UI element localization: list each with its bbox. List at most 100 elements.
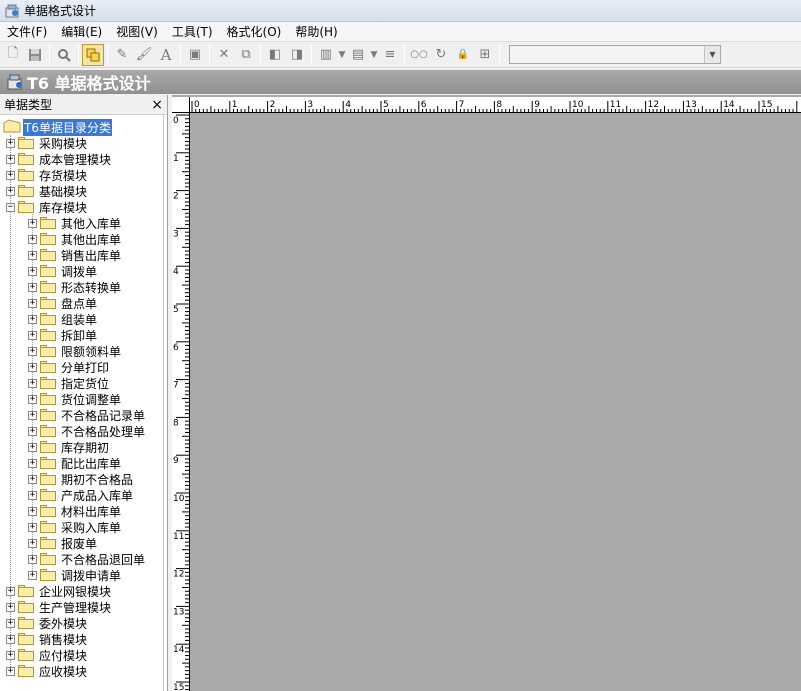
- paint-icon[interactable]: ✎: [111, 44, 133, 66]
- expand-icon[interactable]: +: [6, 602, 15, 612]
- tree-doc-item[interactable]: + 不合格品处理单: [28, 423, 146, 439]
- expand-icon[interactable]: +: [28, 522, 37, 532]
- save-icon[interactable]: [24, 44, 46, 66]
- expand-icon[interactable]: +: [28, 234, 37, 244]
- expand-icon[interactable]: +: [6, 586, 15, 596]
- delete-icon[interactable]: ✕: [213, 44, 235, 66]
- expand-icon[interactable]: +: [28, 538, 37, 548]
- expand-icon[interactable]: +: [6, 650, 15, 660]
- tree-doc-item[interactable]: + 不合格品记录单: [28, 407, 146, 423]
- align-left-icon[interactable]: ◧: [264, 44, 286, 66]
- tree-doc-item[interactable]: + 调拨单: [28, 263, 98, 279]
- expand-icon[interactable]: +: [28, 442, 37, 452]
- expand-icon[interactable]: +: [28, 346, 37, 356]
- tree-doc-item[interactable]: + 配比出库单: [28, 455, 122, 471]
- doc-type-tree[interactable]: T6单据目录分类 + 采购模块 + 成本管理模块 + 存货模块 + 基础模块 − 库存模块 + 其他入库…: [0, 115, 164, 691]
- tree-doc-item[interactable]: + 组装单: [28, 311, 98, 327]
- preview-icon[interactable]: [53, 44, 75, 66]
- close-icon[interactable]: ×: [151, 98, 163, 112]
- tree-module-item[interactable]: + 应付模块: [6, 647, 88, 663]
- expand-icon[interactable]: +: [6, 618, 15, 628]
- tree-doc-item[interactable]: + 指定货位: [28, 375, 110, 391]
- expand-icon[interactable]: +: [28, 298, 37, 308]
- tree-doc-item[interactable]: + 调拨申请单: [28, 567, 122, 583]
- tree-doc-item[interactable]: + 货位调整单: [28, 391, 122, 407]
- expand-icon[interactable]: +: [28, 330, 37, 340]
- tree-doc-item[interactable]: + 库存期初: [28, 439, 110, 455]
- properties-icon[interactable]: ▣: [184, 44, 206, 66]
- tree-module-item-expanded[interactable]: − 库存模块: [6, 199, 88, 215]
- expand-icon[interactable]: +: [28, 426, 37, 436]
- design-canvas[interactable]: [191, 114, 801, 691]
- expand-icon[interactable]: +: [28, 362, 37, 372]
- tree-doc-item[interactable]: + 不合格品退回单: [28, 551, 146, 567]
- tree-module-item[interactable]: + 成本管理模块: [6, 151, 112, 167]
- expand-icon[interactable]: +: [28, 314, 37, 324]
- chart-icon[interactable]: ▥: [315, 44, 337, 66]
- expand-icon[interactable]: +: [28, 250, 37, 260]
- copy-icon[interactable]: ⧉: [235, 44, 257, 66]
- expand-icon[interactable]: +: [28, 474, 37, 484]
- tree-doc-item[interactable]: + 盘点单: [28, 295, 98, 311]
- menu-view[interactable]: 视图(V): [109, 22, 165, 42]
- table-dropdown-icon[interactable]: ▼: [369, 44, 379, 66]
- refresh-icon[interactable]: ↻: [430, 44, 452, 66]
- expand-icon[interactable]: +: [6, 138, 15, 148]
- text-icon[interactable]: A: [155, 44, 177, 66]
- expand-icon[interactable]: +: [6, 634, 15, 644]
- expand-icon[interactable]: +: [28, 458, 37, 468]
- lines-icon[interactable]: ≡: [379, 44, 401, 66]
- menu-file[interactable]: 文件(F): [0, 22, 54, 42]
- menu-format[interactable]: 格式化(O): [220, 22, 289, 42]
- tree-module-item[interactable]: + 销售模块: [6, 631, 88, 647]
- tree-module-item[interactable]: + 生产管理模块: [6, 599, 112, 615]
- grid-icon[interactable]: ⊞: [474, 44, 496, 66]
- expand-icon[interactable]: +: [28, 570, 37, 580]
- tree-doc-item[interactable]: + 采购入库单: [28, 519, 122, 535]
- tree-doc-item[interactable]: + 期初不合格品: [28, 471, 134, 487]
- expand-icon[interactable]: +: [28, 554, 37, 564]
- expand-icon[interactable]: +: [28, 218, 37, 228]
- chart-dropdown-icon[interactable]: ▼: [337, 44, 347, 66]
- expand-icon[interactable]: +: [28, 490, 37, 500]
- tree-doc-item[interactable]: + 形态转换单: [28, 279, 122, 295]
- expand-icon[interactable]: +: [6, 170, 15, 180]
- tree-module-item[interactable]: + 存货模块: [6, 167, 88, 183]
- tree-doc-item[interactable]: + 产成品入库单: [28, 487, 134, 503]
- format-select[interactable]: ▼: [509, 45, 721, 64]
- expand-icon[interactable]: +: [6, 666, 15, 676]
- tree-module-item[interactable]: + 企业网银模块: [6, 583, 112, 599]
- tree-doc-item[interactable]: + 材料出库单: [28, 503, 122, 519]
- tree-doc-item[interactable]: + 报废单: [28, 535, 98, 551]
- tree-doc-item[interactable]: + 其他出库单: [28, 231, 122, 247]
- expand-icon[interactable]: +: [28, 394, 37, 404]
- expand-icon[interactable]: +: [28, 410, 37, 420]
- expand-icon[interactable]: +: [6, 186, 15, 196]
- expand-icon[interactable]: +: [28, 282, 37, 292]
- menu-tools[interactable]: 工具(T): [165, 22, 220, 42]
- tree-doc-item[interactable]: + 拆卸单: [28, 327, 98, 343]
- tree-root[interactable]: T6单据目录分类: [3, 118, 112, 136]
- chevron-down-icon[interactable]: ▼: [704, 46, 720, 63]
- copy-format-icon[interactable]: [82, 43, 104, 66]
- new-icon[interactable]: 🗋: [2, 44, 24, 66]
- menu-edit[interactable]: 编辑(E): [54, 22, 109, 42]
- tree-doc-item[interactable]: + 销售出库单: [28, 247, 122, 263]
- menu-help[interactable]: 帮助(H): [288, 22, 344, 42]
- expand-icon[interactable]: +: [28, 378, 37, 388]
- expand-icon[interactable]: +: [28, 506, 37, 516]
- table-icon[interactable]: ▤: [347, 44, 369, 66]
- expand-icon[interactable]: +: [6, 154, 15, 164]
- align-right-icon[interactable]: ◨: [286, 44, 308, 66]
- tree-module-item[interactable]: + 委外模块: [6, 615, 88, 631]
- fill-icon[interactable]: 🖌: [133, 44, 155, 66]
- tree-module-item[interactable]: + 基础模块: [6, 183, 88, 199]
- collapse-icon[interactable]: −: [6, 202, 15, 212]
- tree-doc-item[interactable]: + 其他入库单: [28, 215, 122, 231]
- expand-icon[interactable]: +: [28, 266, 37, 276]
- tree-module-item[interactable]: + 采购模块: [6, 135, 88, 151]
- tree-module-item[interactable]: + 应收模块: [6, 663, 88, 679]
- tree-doc-item[interactable]: + 限额领料单: [28, 343, 122, 359]
- lock-icon[interactable]: 🔒: [452, 44, 474, 66]
- tree-doc-item[interactable]: + 分单打印: [28, 359, 110, 375]
